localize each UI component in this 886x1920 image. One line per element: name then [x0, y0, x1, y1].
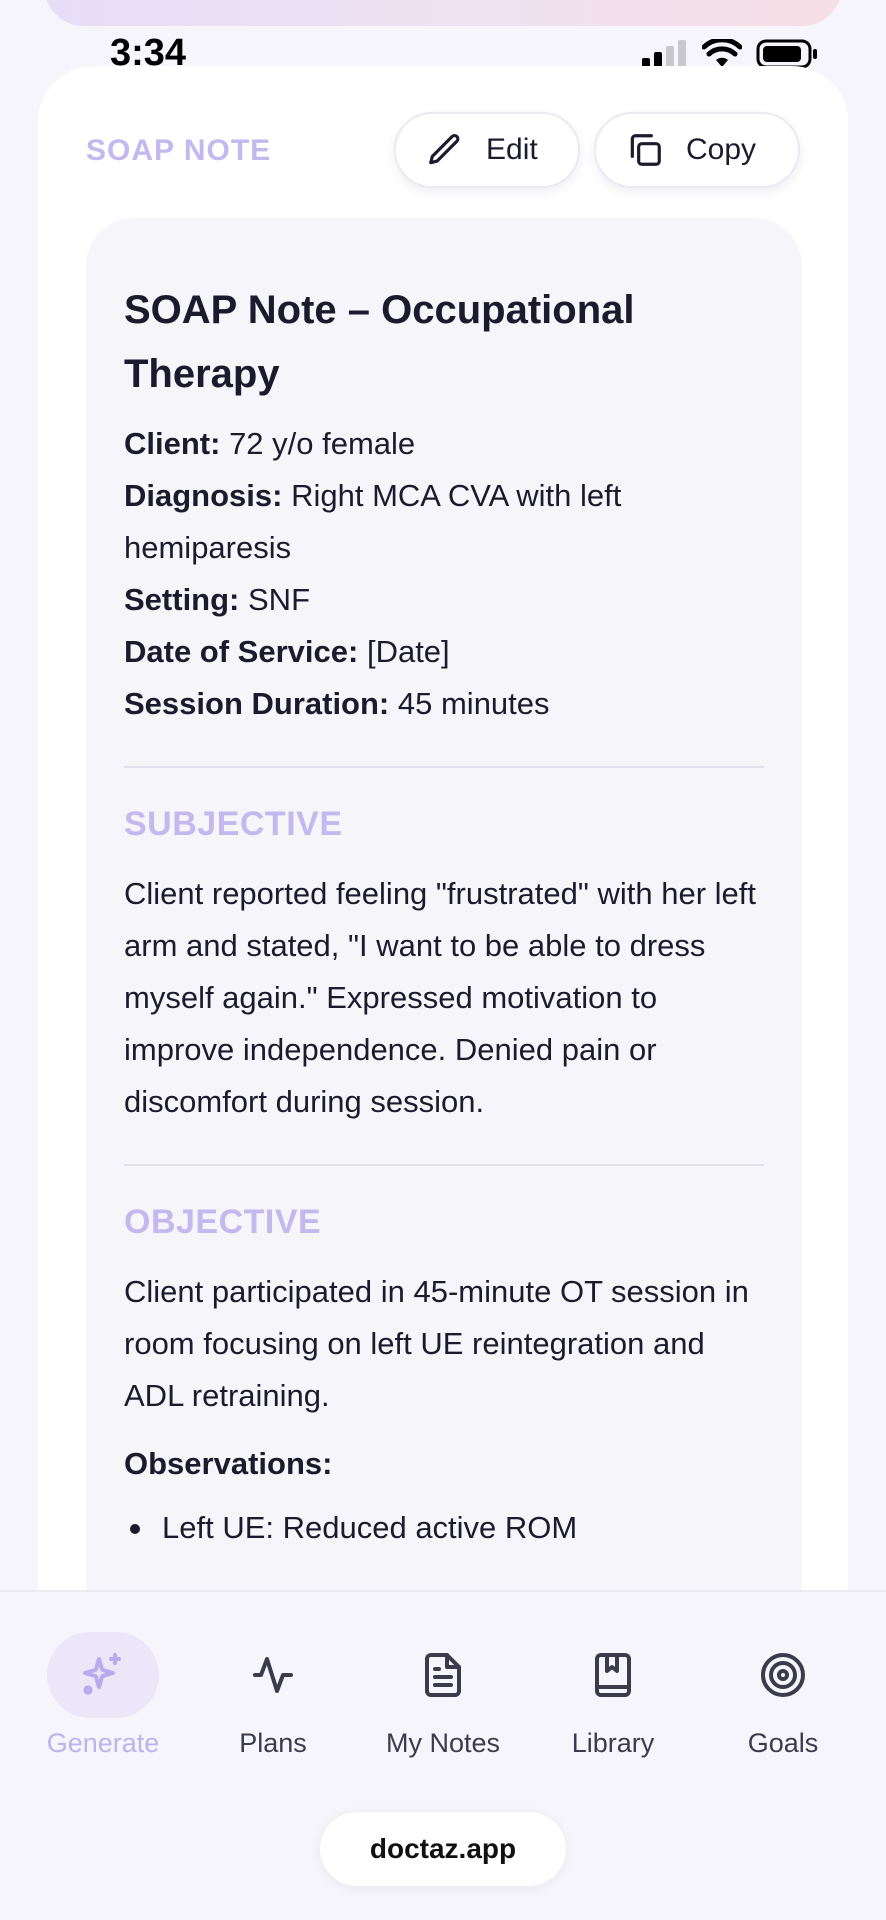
list-item: Left UE: Reduced active ROM — [124, 1502, 764, 1554]
nav-item-my-notes[interactable]: My Notes — [358, 1632, 528, 1762]
divider — [124, 1164, 764, 1166]
copy-button[interactable]: Copy — [594, 112, 800, 188]
nav-item-library[interactable]: Library — [528, 1632, 698, 1762]
note-meta: Client: 72 y/o female Diagnosis: Right M… — [124, 418, 764, 730]
meta-client: Client: 72 y/o female — [124, 426, 416, 461]
nav-item-generate[interactable]: Generate — [18, 1632, 188, 1762]
meta-setting: Setting: SNF — [124, 582, 310, 617]
activity-icon — [253, 1657, 293, 1693]
bullet-icon — [130, 1524, 140, 1534]
top-gradient-banner — [44, 0, 842, 26]
wifi-icon — [702, 39, 742, 67]
nav-item-plans[interactable]: Plans — [188, 1632, 358, 1762]
cellular-signal-icon — [642, 40, 686, 68]
document-icon — [425, 1653, 461, 1697]
sparkle-icon — [83, 1653, 121, 1695]
card-header: SOAP NOTE Edit Copy — [86, 112, 800, 188]
copy-icon — [630, 134, 661, 166]
battery-icon — [756, 39, 817, 69]
browser-url-bar[interactable]: doctaz.app — [320, 1812, 566, 1886]
section-tag: SOAP NOTE — [86, 134, 272, 167]
nav-label: Goals — [747, 1728, 819, 1758]
observations-heading: Observations: — [124, 1446, 333, 1481]
soap-note-card: SOAP NOTE Edit Copy SOAP Note – Occupati… — [38, 66, 848, 1918]
nav-label: Plans — [239, 1728, 307, 1758]
edit-button-label: Edit — [486, 133, 538, 166]
list-item-text: Left UE: Reduced active ROM — [162, 1510, 578, 1545]
objective-text: Client participated in 45-minute OT sess… — [124, 1274, 749, 1413]
divider — [124, 766, 764, 768]
subjective-heading: SUBJECTIVE — [124, 805, 343, 843]
nav-item-goals[interactable]: Goals — [698, 1632, 868, 1762]
subjective-text: Client reported feeling "frustrated" wit… — [124, 876, 756, 1119]
objective-heading: OBJECTIVE — [124, 1203, 322, 1241]
nav-label: Library — [571, 1728, 655, 1758]
meta-diagnosis: Diagnosis: Right MCA CVA with left hemip… — [124, 478, 622, 565]
target-icon — [761, 1653, 805, 1697]
meta-date: Date of Service: [Date] — [124, 634, 450, 669]
pencil-icon — [429, 134, 460, 165]
nav-label: My Notes — [385, 1728, 501, 1758]
book-icon — [595, 1653, 631, 1697]
nav-label: Generate — [46, 1728, 160, 1758]
edit-button[interactable]: Edit — [394, 112, 580, 188]
meta-duration: Session Duration: 45 minutes — [124, 686, 550, 721]
note-title: SOAP Note – Occupational Therapy — [124, 288, 635, 396]
copy-button-label: Copy — [686, 133, 757, 166]
